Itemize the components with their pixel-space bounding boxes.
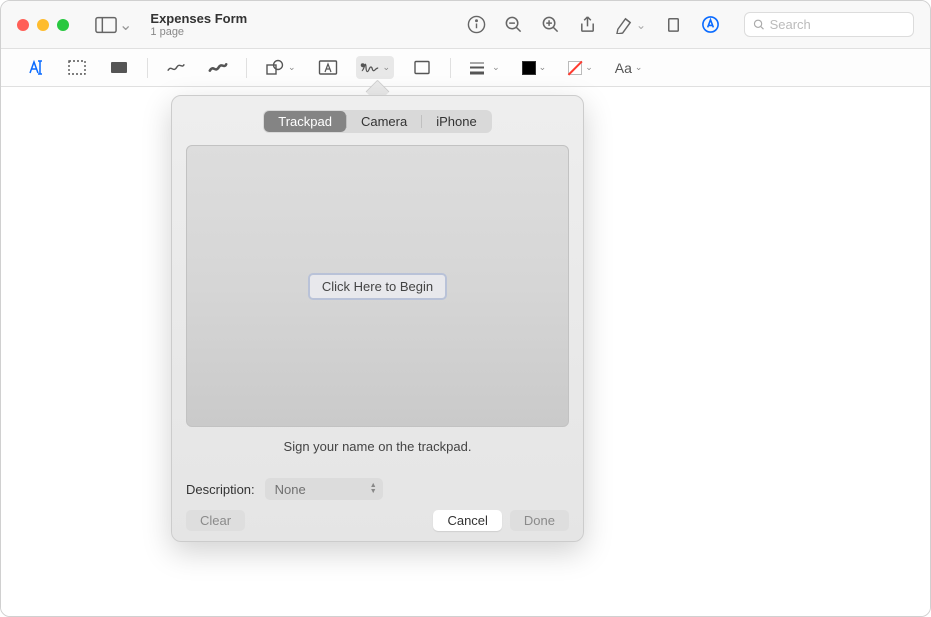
zoom-in-icon	[541, 15, 560, 34]
description-select[interactable]: None ▲▼	[265, 478, 383, 500]
rotate-icon	[664, 15, 683, 34]
rectangular-selection-tool[interactable]	[63, 56, 91, 79]
rotate-button[interactable]	[664, 15, 683, 34]
description-row: Description: None ▲▼	[186, 478, 569, 500]
chevron-down-icon: ⌄	[539, 62, 547, 73]
color-swatch-black	[522, 61, 536, 75]
rect-select-icon	[67, 59, 87, 76]
fullscreen-window-button[interactable]	[57, 19, 69, 31]
shapes-icon	[265, 59, 285, 76]
chevron-down-icon: ⌄	[635, 62, 643, 73]
cancel-button[interactable]: Cancel	[433, 510, 501, 531]
text-cursor-icon	[25, 59, 45, 76]
chevron-down-icon: ⌄	[288, 62, 296, 73]
draw-tool[interactable]	[204, 56, 232, 79]
sidebar-icon	[95, 16, 117, 34]
text-style-tool[interactable]: Aa ⌄	[611, 57, 647, 79]
tab-camera[interactable]: Camera	[347, 111, 421, 132]
search-icon	[753, 18, 765, 31]
text-tool[interactable]	[314, 56, 342, 79]
note-icon	[412, 59, 432, 76]
toolbar-actions: ⌄	[467, 15, 720, 34]
app-window: ⌄ Expenses Form 1 page ⌄	[0, 0, 931, 617]
note-tool[interactable]	[408, 56, 436, 79]
highlight-icon	[615, 15, 634, 34]
info-icon	[467, 15, 486, 34]
chevron-down-icon: ⌄	[585, 62, 593, 73]
markup-toolbar: ⌄ ⌄ ⌄ ⌄ ⌄	[1, 49, 930, 87]
chevron-down-icon: ⌄	[492, 62, 500, 73]
titlebar: ⌄ Expenses Form 1 page ⌄	[1, 1, 930, 49]
chevron-down-icon: ⌄	[383, 62, 391, 73]
markup-button[interactable]	[701, 15, 720, 34]
draw-icon	[208, 59, 228, 76]
zoom-out-icon	[504, 15, 523, 34]
tab-trackpad[interactable]: Trackpad	[264, 111, 346, 132]
minimize-window-button[interactable]	[37, 19, 49, 31]
signature-pad[interactable]: Click Here to Begin	[186, 145, 569, 427]
search-input[interactable]	[770, 17, 905, 32]
begin-signing-button[interactable]: Click Here to Begin	[308, 273, 447, 300]
document-canvas[interactable]: Trackpad Camera iPhone Click Here to Beg…	[1, 87, 930, 616]
done-button[interactable]: Done	[510, 510, 569, 531]
sketch-tool[interactable]	[162, 56, 190, 79]
shapes-tool[interactable]: ⌄	[261, 56, 300, 79]
text-selection-tool[interactable]	[21, 56, 49, 79]
sign-tool[interactable]: ⌄	[356, 56, 395, 79]
search-field[interactable]	[744, 12, 914, 37]
share-button[interactable]	[578, 15, 597, 34]
signature-source-tabs: Trackpad Camera iPhone	[186, 110, 569, 133]
share-icon	[578, 15, 597, 34]
fill-color-tool[interactable]: ⌄	[564, 58, 597, 78]
close-window-button[interactable]	[17, 19, 29, 31]
signature-hint: Sign your name on the trackpad.	[186, 439, 569, 454]
color-swatch-none	[568, 61, 582, 75]
sketch-icon	[166, 59, 186, 76]
select-arrows-icon: ▲▼	[370, 483, 377, 495]
redact-tool[interactable]	[105, 56, 133, 79]
signature-icon	[360, 59, 380, 76]
highlight-button[interactable]: ⌄	[615, 15, 646, 34]
redact-icon	[109, 59, 129, 76]
info-button[interactable]	[467, 15, 486, 34]
description-label: Description:	[186, 482, 255, 497]
chevron-down-icon: ⌄	[119, 15, 132, 35]
traffic-lights	[17, 19, 69, 31]
page-count: 1 page	[150, 26, 247, 38]
chevron-down-icon: ⌄	[636, 18, 646, 32]
description-value: None	[275, 482, 306, 497]
sidebar-toggle-button[interactable]: ⌄	[93, 13, 134, 37]
markup-icon	[701, 15, 720, 34]
border-style-tool[interactable]: ⌄	[465, 56, 504, 79]
border-color-tool[interactable]: ⌄	[518, 58, 551, 78]
document-title: Expenses Form	[150, 11, 247, 26]
zoom-out-button[interactable]	[504, 15, 523, 34]
popover-actions: Clear Cancel Done	[186, 510, 569, 531]
tab-iphone[interactable]: iPhone	[422, 111, 490, 132]
text-box-icon	[318, 59, 338, 76]
text-style-label: Aa	[615, 60, 632, 76]
line-weight-icon	[469, 59, 489, 76]
clear-button[interactable]: Clear	[186, 510, 245, 531]
zoom-in-button[interactable]	[541, 15, 560, 34]
signature-popover: Trackpad Camera iPhone Click Here to Beg…	[171, 95, 584, 542]
document-title-group: Expenses Form 1 page	[150, 11, 247, 38]
